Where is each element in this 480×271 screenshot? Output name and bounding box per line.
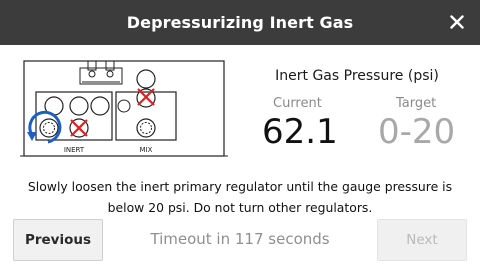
dialog-header: Depressurizing Inert Gas	[0, 0, 480, 45]
instruction-line-2: below 20 psi. Do not turn other regulato…	[107, 200, 373, 215]
dialog-title: Depressurizing Inert Gas	[126, 13, 354, 32]
close-icon[interactable]	[446, 11, 468, 33]
regulator-diagram: INERT MIX	[20, 60, 228, 157]
previous-button[interactable]: Previous	[13, 219, 103, 261]
diagram-label-mix: MIX	[140, 146, 153, 154]
instruction-line-1: Slowly loosen the inert primary regulato…	[27, 179, 453, 194]
pressure-heading: Inert Gas Pressure (psi)	[275, 68, 439, 84]
target-pressure-range: 0-20	[378, 112, 456, 152]
timeout-text: Timeout in 117 seconds	[150, 230, 330, 248]
target-label: Target	[396, 96, 437, 111]
instruction-text: Slowly loosen the inert primary regulato…	[20, 176, 460, 218]
diagram-label-inert: INERT	[64, 146, 85, 154]
current-pressure-value: 62.1	[262, 112, 338, 152]
next-button[interactable]: Next	[377, 219, 467, 261]
current-label: Current	[273, 96, 322, 111]
